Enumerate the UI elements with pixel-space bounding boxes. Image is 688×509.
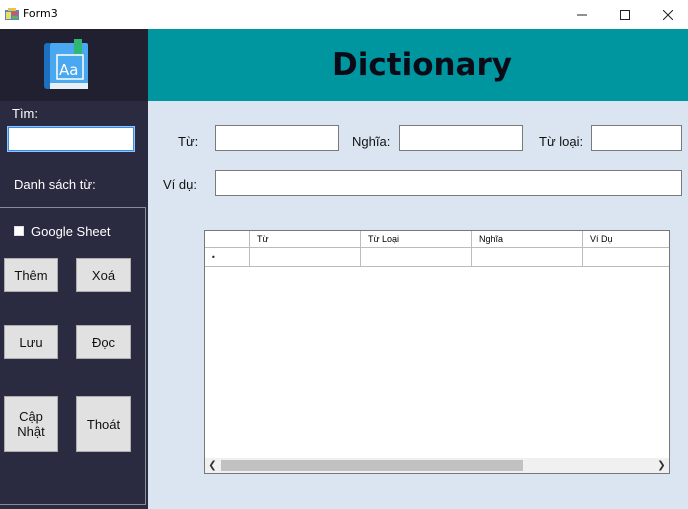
dictionary-book-icon: Aa bbox=[44, 39, 88, 89]
column-header-meaning[interactable]: Nghĩa bbox=[472, 231, 583, 248]
meaning-input[interactable] bbox=[399, 125, 523, 151]
word-type-label: Từ loại: bbox=[539, 134, 584, 149]
update-button[interactable]: Cập Nhật bbox=[4, 396, 58, 452]
page-title: Dictionary bbox=[332, 47, 512, 83]
column-header-word-type[interactable]: Từ Loại bbox=[361, 231, 472, 248]
maximize-icon bbox=[620, 9, 630, 20]
minimize-button[interactable] bbox=[562, 0, 602, 29]
close-button[interactable] bbox=[648, 0, 688, 29]
svg-text:Aa: Aa bbox=[59, 61, 78, 79]
row-header-corner bbox=[205, 231, 250, 248]
search-label: Tìm: bbox=[12, 106, 38, 121]
add-button[interactable]: Thêm bbox=[4, 258, 58, 292]
google-sheet-checkbox[interactable] bbox=[14, 226, 24, 236]
word-input[interactable] bbox=[215, 125, 339, 151]
scrollbar-thumb[interactable] bbox=[221, 460, 523, 471]
horizontal-scrollbar[interactable]: ❮ ❯ bbox=[205, 458, 669, 473]
logo-area: Aa bbox=[0, 29, 148, 101]
column-header-word[interactable]: Từ bbox=[250, 231, 361, 248]
window-title: Form3 bbox=[23, 7, 58, 20]
window-titlebar: Form3 bbox=[0, 0, 688, 29]
minimize-icon bbox=[577, 14, 587, 15]
table-cell[interactable] bbox=[250, 248, 361, 267]
new-row-marker[interactable]: • bbox=[205, 248, 250, 267]
word-list-label: Danh sách từ: bbox=[14, 177, 96, 192]
word-label: Từ: bbox=[178, 134, 199, 149]
delete-button[interactable]: Xoá bbox=[76, 258, 131, 292]
word-type-input[interactable] bbox=[591, 125, 682, 151]
word-datagrid[interactable]: Từ Từ Loại Nghĩa Ví Dụ • ❮ ❯ bbox=[204, 230, 670, 474]
exit-button[interactable]: Thoát bbox=[76, 396, 131, 452]
example-input[interactable] bbox=[215, 170, 682, 196]
save-button[interactable]: Lưu bbox=[4, 325, 58, 359]
maximize-button[interactable] bbox=[605, 0, 645, 29]
table-cell[interactable] bbox=[361, 248, 472, 267]
header-banner: Dictionary bbox=[148, 29, 688, 101]
close-icon bbox=[663, 9, 673, 20]
meaning-label: Nghĩa: bbox=[352, 134, 391, 149]
example-label: Ví dụ: bbox=[163, 177, 197, 192]
scroll-right-icon[interactable]: ❯ bbox=[654, 458, 669, 473]
read-button[interactable]: Đọc bbox=[76, 325, 131, 359]
search-input[interactable] bbox=[7, 126, 135, 152]
table-cell[interactable] bbox=[583, 248, 669, 267]
column-header-example[interactable]: Ví Dụ bbox=[583, 231, 669, 248]
google-sheet-label: Google Sheet bbox=[31, 224, 111, 239]
scroll-left-icon[interactable]: ❮ bbox=[205, 458, 220, 473]
table-cell[interactable] bbox=[472, 248, 583, 267]
app-icon bbox=[5, 8, 19, 20]
